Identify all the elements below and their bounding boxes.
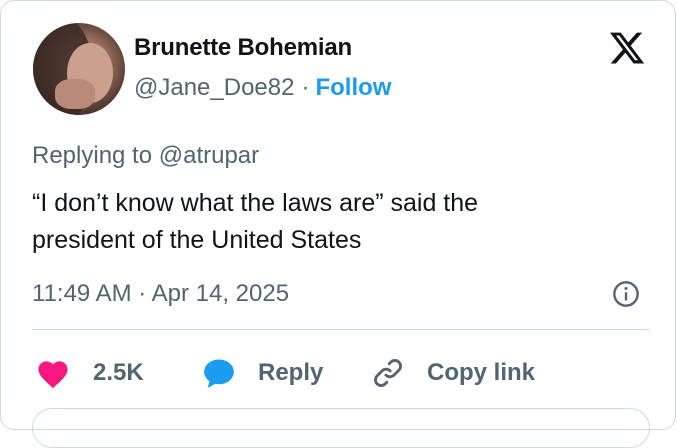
avatar[interactable]: [33, 23, 125, 115]
reply-label: Reply: [258, 359, 324, 386]
copy-link-button[interactable]: Copy link: [371, 353, 535, 393]
x-logo-icon[interactable]: [607, 29, 647, 67]
tweet-card: Brunette Bohemian @Jane_Doe82 · Follow Rep…: [0, 0, 676, 448]
heart-icon: [38, 361, 68, 389]
author-display-name[interactable]: Brunette Bohemian: [134, 34, 352, 62]
divider: [32, 329, 650, 330]
follow-button[interactable]: Follow: [315, 74, 391, 101]
handle-separator: ·: [301, 74, 310, 101]
read-replies-button[interactable]: [32, 408, 650, 448]
tweet-text-line: “I don’t know what the laws are” said th…: [32, 189, 479, 217]
speech-bubble-icon: [204, 359, 234, 388]
like-count: 2.5K: [93, 359, 144, 386]
author-handle-row: @Jane_Doe82 · Follow: [134, 74, 391, 102]
link-icon: [374, 359, 402, 387]
copy-link-label: Copy link: [427, 359, 536, 386]
tweet-text: “I don’t know what the laws are” said th…: [32, 185, 632, 259]
like-button[interactable]: 2.5K: [35, 353, 144, 393]
author-handle[interactable]: @Jane_Doe82: [134, 74, 294, 101]
reply-button[interactable]: Reply: [201, 353, 323, 393]
tweet-text-line: president of the United States: [32, 226, 362, 254]
avatar-hand: [55, 79, 95, 109]
info-icon[interactable]: [612, 280, 640, 308]
tweet-timestamp[interactable]: 11:49 AM · Apr 14, 2025: [32, 280, 289, 308]
replying-to[interactable]: Replying to @atrupar: [32, 142, 259, 170]
